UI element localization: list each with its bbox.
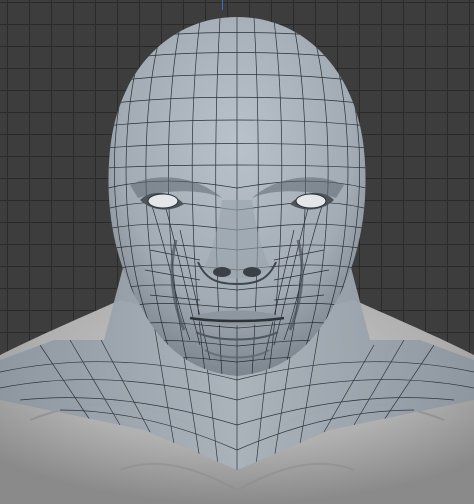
3d-viewport[interactable] [0,0,474,504]
sculpt-model[interactable] [0,0,474,504]
